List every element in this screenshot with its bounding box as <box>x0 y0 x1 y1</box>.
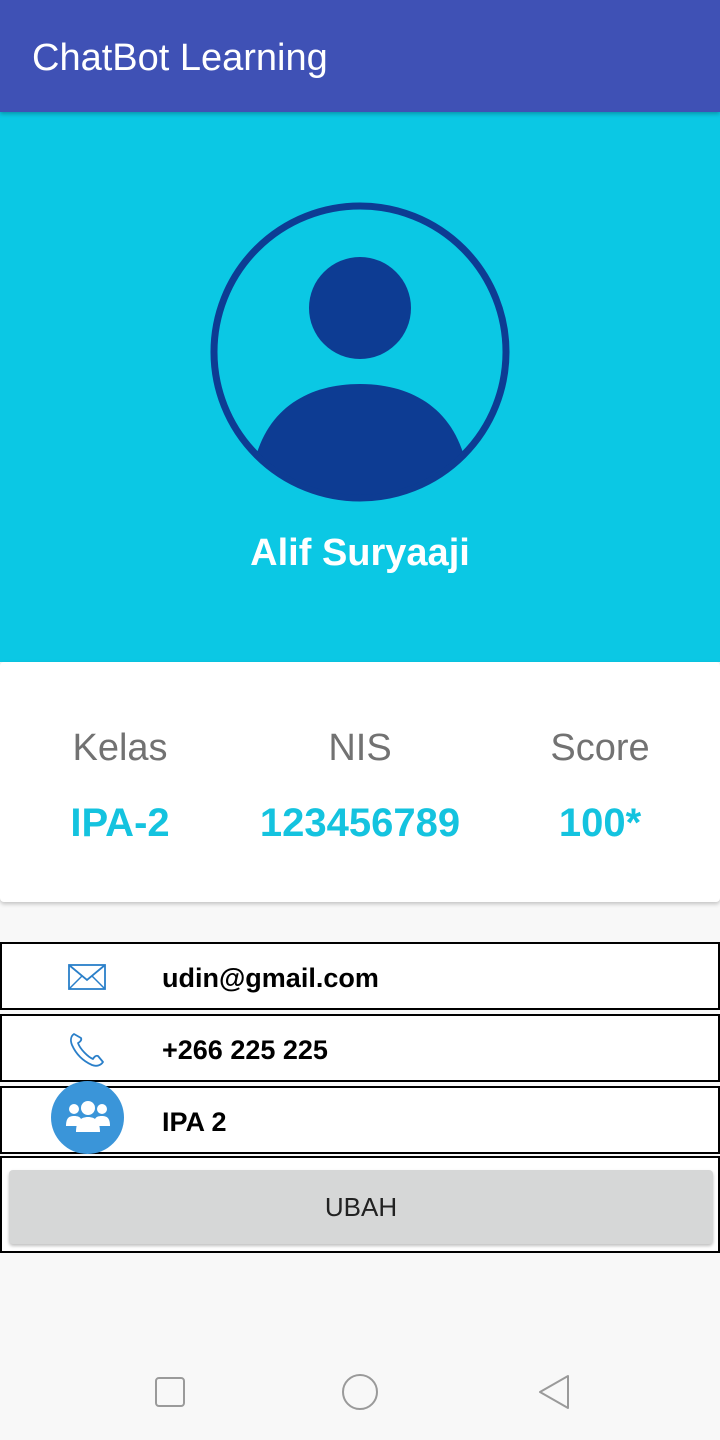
mail-icon <box>68 964 106 990</box>
app-title: ChatBot Learning <box>32 37 328 79</box>
profile-header: Alif Suryaaji <box>0 112 720 662</box>
class-row: IPA 2 <box>0 1081 720 1154</box>
home-icon[interactable] <box>340 1372 380 1412</box>
back-icon[interactable] <box>534 1372 574 1412</box>
stat-value: IPA-2 <box>70 801 170 845</box>
ubah-button[interactable]: UBAH <box>9 1170 713 1244</box>
stat-label: Kelas <box>72 727 168 769</box>
stat-label: Score <box>550 727 650 769</box>
button-container: UBAH <box>0 1156 720 1253</box>
stat-kelas: Kelas IPA-2 <box>0 726 240 846</box>
email-row: udin@gmail.com <box>0 942 720 1010</box>
group-icon-badge <box>51 1081 124 1154</box>
profile-name: Alif Suryaaji <box>250 532 470 574</box>
phone-icon <box>70 1033 104 1067</box>
group-icon <box>66 1101 110 1132</box>
phone-row: +266 225 225 <box>0 1014 720 1082</box>
email-value: udin@gmail.com <box>162 963 379 993</box>
phone-value: +266 225 225 <box>162 1035 328 1065</box>
stat-label: NIS <box>328 727 392 769</box>
recent-apps-icon[interactable] <box>150 1372 190 1412</box>
user-avatar-icon <box>210 202 510 502</box>
class-value: IPA 2 <box>162 1107 227 1137</box>
stat-value: 100* <box>558 801 642 845</box>
app-bar: ChatBot Learning <box>0 0 720 112</box>
stats-card: Kelas IPA-2 NIS 123456789 Score 100* <box>0 662 720 902</box>
stat-value: 123456789 <box>259 801 461 845</box>
stat-score: Score 100* <box>480 726 720 846</box>
stat-nis: NIS 123456789 <box>240 726 480 846</box>
